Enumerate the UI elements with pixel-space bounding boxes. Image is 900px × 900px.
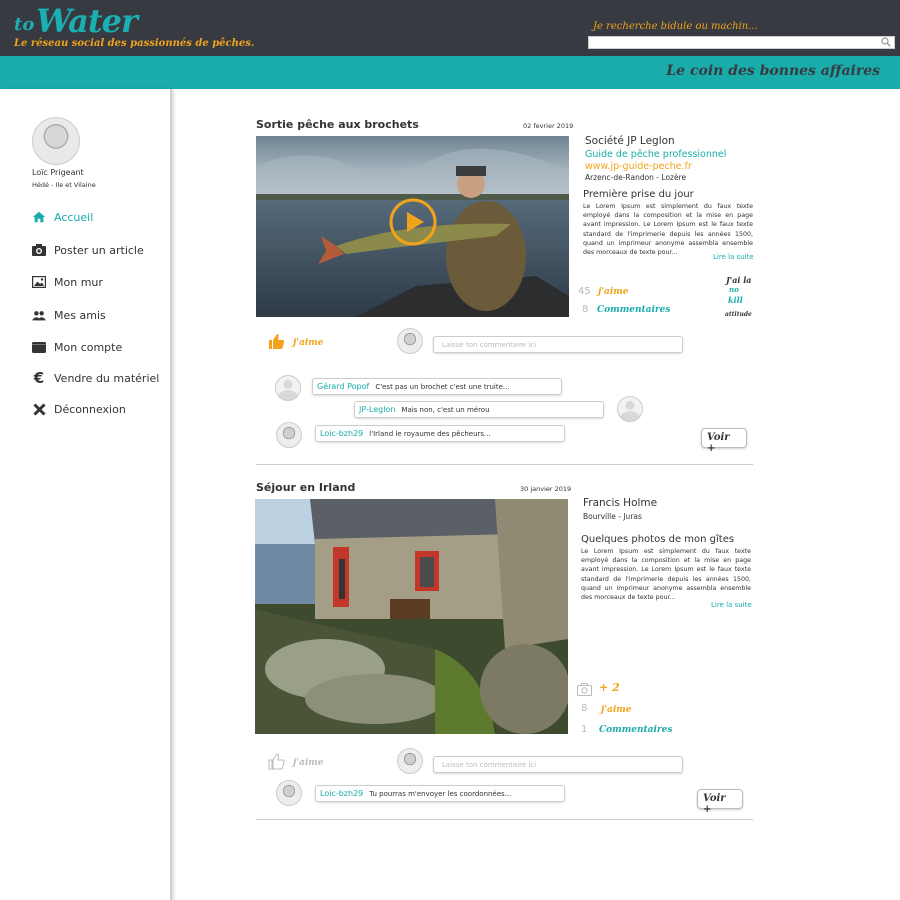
post-excerpt: Le Lorem Ipsum est simplement du faux te…: [583, 203, 753, 257]
extra-photos-count[interactable]: + 2: [599, 681, 620, 694]
nav-item-post-article[interactable]: Poster un article: [32, 243, 144, 257]
comment: JP-Leglon Mais non, c'est un mérou: [354, 401, 604, 418]
nav-label-wall: Mon mur: [54, 275, 103, 289]
post-headline: Première prise du jour: [583, 189, 694, 200]
comment-text: l'Irland le royaume des pêcheurs...: [369, 430, 491, 438]
nav-label-friends: Mes amis: [54, 308, 106, 322]
post-photo-cottage[interactable]: [255, 499, 568, 734]
user-name: Loïc Prigeant: [32, 168, 84, 177]
post-title[interactable]: Séjour en Irland: [256, 481, 355, 494]
see-more-button[interactable]: Voir +: [697, 789, 743, 815]
image-icon: [32, 275, 46, 289]
post-divider: [256, 819, 753, 820]
deals-link[interactable]: Le coin des bonnes affaires: [666, 63, 880, 79]
pike-photo-image: [256, 136, 569, 317]
close-icon: [32, 402, 46, 416]
comment-input[interactable]: Laisse ton commentaire ici: [433, 756, 683, 773]
post-divider: [256, 464, 753, 465]
top-header: to Water Le réseau social des passionnés…: [0, 0, 900, 56]
nav-item-account[interactable]: Mon compte: [32, 340, 122, 354]
nav-label-logout: Déconnexion: [54, 402, 126, 416]
post-author-website[interactable]: www.jp-guide-peche.fr: [585, 161, 692, 172]
comments-count: 8: [582, 304, 589, 315]
nav-item-sell[interactable]: € Vendre du matériel: [32, 369, 160, 387]
comments-count: 1: [581, 724, 588, 735]
comment-avatar: [617, 396, 643, 422]
comment-text: C'est pas un brochet c'est une truite...: [375, 383, 510, 391]
nav-item-home[interactable]: Accueil: [32, 210, 93, 224]
comment-author[interactable]: JP-Leglon: [359, 405, 395, 414]
thumbs-up-icon[interactable]: [268, 333, 285, 354]
comment: Loic-bzh29 l'Irland le royaume des pêcheu…: [315, 425, 565, 442]
cottage-photo-image: [255, 499, 568, 734]
nav-label-account: Mon compte: [54, 340, 123, 354]
search-input[interactable]: [588, 36, 895, 49]
commenter-avatar: [397, 328, 423, 354]
home-icon: [32, 210, 46, 224]
commenter-avatar: [397, 748, 423, 774]
comments-label[interactable]: Commentaires: [599, 725, 672, 735]
euro-icon: €: [33, 369, 45, 387]
post-video-pike[interactable]: [256, 136, 569, 317]
friends-icon: [32, 308, 46, 322]
comment-author[interactable]: Loic-bzh29: [320, 789, 363, 798]
user-location: Hédé - Ile et Vilaine: [32, 181, 96, 189]
nav-label-post-article: Poster un article: [54, 243, 144, 257]
post-title[interactable]: Sortie pêche aux brochets: [256, 118, 419, 131]
post-headline: Quelques photos de mon gîtes: [581, 534, 735, 545]
comment: Loic-bzh29 Tu pourras m'envoyer les coord…: [315, 785, 565, 802]
post-location: Arzenc-de-Randon - Lozère: [585, 173, 687, 182]
post-location: Bourville - Juras: [583, 512, 642, 521]
wallet-icon: [32, 340, 46, 354]
read-more-link[interactable]: Lire la suite: [711, 601, 752, 609]
post-date: 02 fevrier 2019: [523, 122, 574, 130]
comment-input[interactable]: Laisse ton commentaire ici: [433, 336, 683, 353]
comments-label[interactable]: Commentaires: [597, 305, 670, 315]
post-author[interactable]: Francis Holme: [583, 497, 657, 509]
nav-label-sell: Vendre du matériel: [54, 371, 160, 385]
logo-prefix: to: [14, 14, 35, 35]
like-button-label[interactable]: j'aime: [293, 758, 324, 768]
comment-avatar: [275, 375, 301, 401]
search-hint: Je recherche bidule ou machin...: [593, 21, 758, 32]
logo[interactable]: Water: [36, 2, 138, 40]
nav-item-wall[interactable]: Mon mur: [32, 275, 103, 289]
thumbs-up-icon[interactable]: [268, 753, 285, 774]
comment: Gérard Popof C'est pas un brochet c'est u…: [312, 378, 562, 395]
photo-camera-icon[interactable]: [577, 681, 592, 700]
likes-label[interactable]: j'aime: [601, 705, 632, 715]
nav-item-logout[interactable]: Déconnexion: [32, 402, 126, 416]
nav-item-friends[interactable]: Mes amis: [32, 308, 106, 322]
comment-author[interactable]: Loic-bzh29: [320, 429, 363, 438]
user-avatar[interactable]: [32, 117, 80, 165]
post-excerpt: Le Lorem Ipsum est simplement du faux te…: [581, 548, 751, 602]
comment-avatar: [276, 780, 302, 806]
search-icon[interactable]: [881, 37, 891, 47]
likes-label[interactable]: j'aime: [598, 287, 629, 297]
camera-icon: [32, 243, 46, 257]
post-author[interactable]: Société JP Leglon: [585, 135, 675, 147]
comment-text: Tu pourras m'envoyer les coordonnées...: [369, 790, 512, 798]
see-more-button[interactable]: Voir +: [701, 428, 747, 454]
likes-count: 45: [578, 286, 591, 297]
comment-text: Mais non, c'est un mérou: [401, 406, 490, 414]
comment-author[interactable]: Gérard Popof: [317, 382, 369, 391]
like-button-label[interactable]: j'aime: [293, 338, 324, 348]
nav-label-home: Accueil: [54, 210, 94, 224]
post-date: 30 janvier 2019: [520, 485, 572, 493]
read-more-link[interactable]: Lire la suite: [713, 253, 754, 261]
post-author-subtitle: Guide de pêche professionnel: [585, 149, 727, 160]
likes-count: 8: [581, 703, 588, 714]
comment-avatar: [276, 422, 302, 448]
tagline: Le réseau social des passionnés de pêche…: [14, 38, 255, 49]
